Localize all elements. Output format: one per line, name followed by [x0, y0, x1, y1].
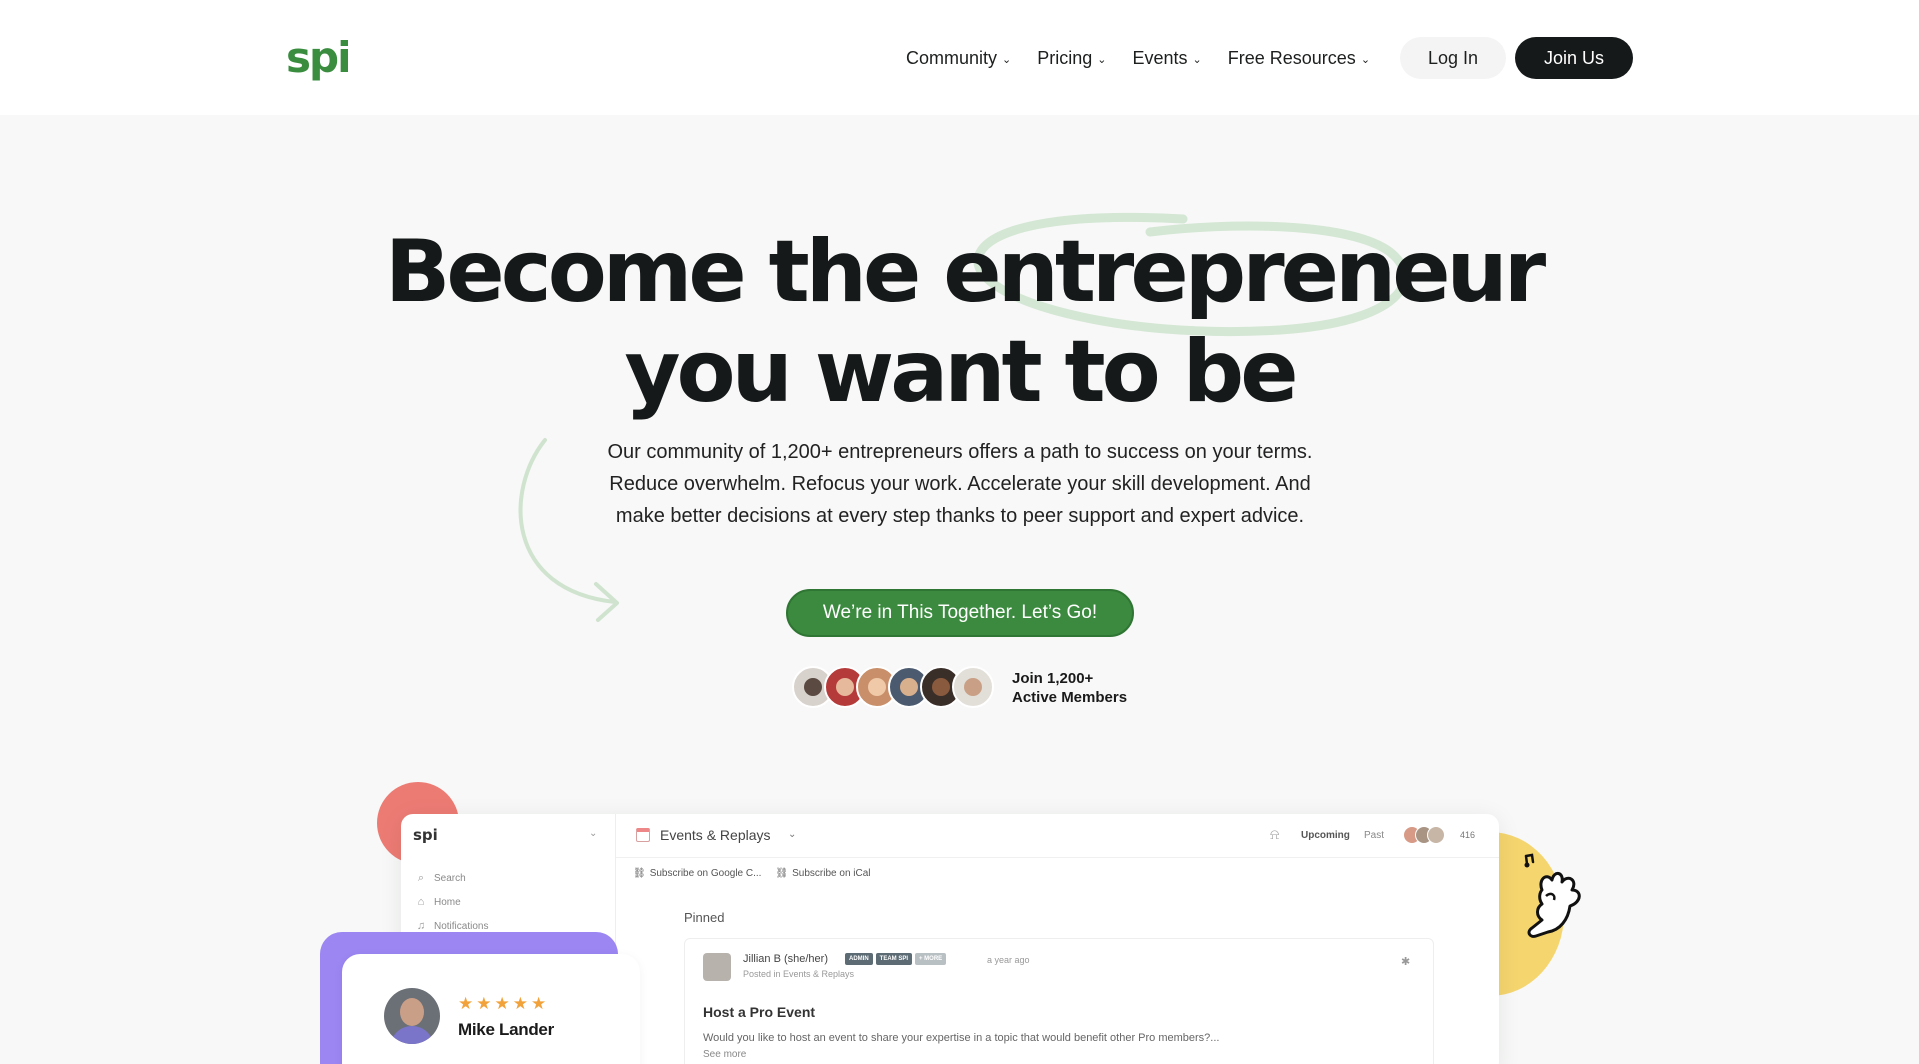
author-tags: ADMIN TEAM SPI + MORE [845, 953, 947, 965]
pin-icon: ✱ [1401, 956, 1411, 968]
nav-events[interactable]: Events ⌄ [1133, 48, 1202, 69]
hero-subtext-line: Our community of 1,200+ entrepreneurs of… [607, 441, 1313, 463]
nav-pricing-label: Pricing [1037, 47, 1093, 68]
avatar [384, 988, 440, 1044]
tag-admin: ADMIN [845, 953, 873, 965]
avatar [703, 953, 731, 981]
bell-icon: ♫ [416, 920, 426, 932]
chevron-down-icon: ⌄ [1097, 53, 1107, 66]
sidebar-item-home[interactable]: ⌂ Home [415, 896, 461, 908]
avatar [1427, 826, 1445, 844]
avatar [952, 666, 994, 708]
members-count: Join 1,200+ Active Members [1012, 669, 1127, 707]
subscribe-links: ⛓ Subscribe on Google C... ⛓ Subscribe o… [633, 868, 871, 879]
chevron-down-icon: ⌄ [788, 829, 797, 840]
subscribe-google-link[interactable]: ⛓ Subscribe on Google C... [633, 868, 761, 879]
tab-upcoming[interactable]: Upcoming [1301, 830, 1350, 841]
subscribe-ical-label: Subscribe on iCal [792, 868, 871, 879]
subscribe-ical-link[interactable]: ⛓ Subscribe on iCal [775, 868, 870, 879]
see-more-link[interactable]: See more [703, 1049, 746, 1060]
member-avatars-mini[interactable] [1403, 826, 1445, 844]
subscribe-google-label: Subscribe on Google C... [649, 868, 762, 879]
members-line-2: Active Members [1012, 689, 1128, 706]
chevron-down-icon: ⌄ [1002, 53, 1012, 66]
review-card: ★★★★★ Mike Lander [342, 954, 640, 1064]
sidebar-item-label: Notifications [434, 920, 489, 932]
member-avatars [792, 666, 994, 708]
calendar-icon [636, 828, 650, 842]
nav-events-label: Events [1132, 47, 1188, 68]
nav-community[interactable]: Community ⌄ [906, 48, 1011, 69]
nav-pricing[interactable]: Pricing ⌄ [1037, 48, 1106, 69]
post-meta: Posted in Events & Replays [743, 969, 855, 979]
ok-hand-icon [1524, 853, 1581, 938]
login-button[interactable]: Log In [1400, 37, 1506, 79]
nav-free-resources-label: Free Resources [1227, 47, 1356, 68]
tab-past[interactable]: Past [1364, 830, 1384, 841]
spi-logo[interactable]: spi [286, 34, 351, 82]
link-icon: ⛓ [633, 868, 646, 879]
pinned-post[interactable]: Jillian B (she/her) ADMIN TEAM SPI + MOR… [684, 938, 1434, 1064]
hero-subtext-line: make better decisions at every step than… [615, 505, 1305, 527]
sidebar-item-label: Search [434, 873, 466, 884]
main-nav: Community ⌄ Pricing ⌄ Events ⌄ Free Reso… [906, 40, 1370, 76]
member-count: 416 [1460, 830, 1476, 840]
app-logo: spi [413, 826, 438, 844]
link-icon: ⛓ [775, 868, 789, 879]
post-body: Would you like to host an event to share… [703, 1032, 1220, 1044]
hero-title-line-1: Become the entrepreneur [384, 222, 1546, 322]
chevron-down-icon: ⌄ [1360, 53, 1371, 66]
chevron-down-icon: ⌄ [589, 828, 598, 839]
post-heading[interactable]: Host a Pro Event [703, 1004, 815, 1020]
hero-subtext-line: Reduce overwhelm. Refocus your work. Acc… [609, 473, 1311, 495]
hero-title-line-2: you want to be [624, 322, 1298, 422]
nav-community-label: Community [906, 47, 998, 68]
post-time: a year ago [987, 955, 1030, 965]
chevron-down-icon: ⌄ [1192, 53, 1202, 66]
post-author[interactable]: Jillian B (she/her) [743, 953, 828, 965]
cta-button[interactable]: We’re in This Together. Let’s Go! [786, 589, 1134, 637]
sidebar-item-label: Home [434, 896, 461, 908]
tag-more[interactable]: + MORE [915, 953, 947, 965]
members-line-1: Join 1,200+ [1012, 670, 1094, 687]
join-us-button[interactable]: Join Us [1515, 37, 1633, 79]
home-icon: ⌂ [417, 896, 425, 908]
search-icon: ⌕ [417, 872, 425, 884]
sidebar-item-notifications[interactable]: ♫ Notifications [415, 920, 489, 932]
bell-icon[interactable]: ⍾ [1270, 826, 1279, 843]
star-rating: ★★★★★ [458, 994, 550, 1013]
tag-team-spi: TEAM SPI [875, 953, 913, 965]
nav-free-resources[interactable]: Free Resources ⌄ [1228, 48, 1370, 69]
hero-subtext: Our community of 1,200+ entrepreneurs of… [560, 436, 1360, 532]
app-topbar: Events & Replays ⌄ ⍾ Upcoming Past 416 [616, 814, 1499, 858]
pinned-label: Pinned [684, 910, 725, 925]
page-title[interactable]: Events & Replays [660, 827, 771, 843]
site-header: spi Community ⌄ Pricing ⌄ Events ⌄ Free … [0, 0, 1919, 115]
reviewer-name: Mike Lander [458, 1020, 554, 1039]
arrow-head [594, 582, 619, 622]
sidebar-item-search[interactable]: ⌕ Search [415, 872, 466, 885]
